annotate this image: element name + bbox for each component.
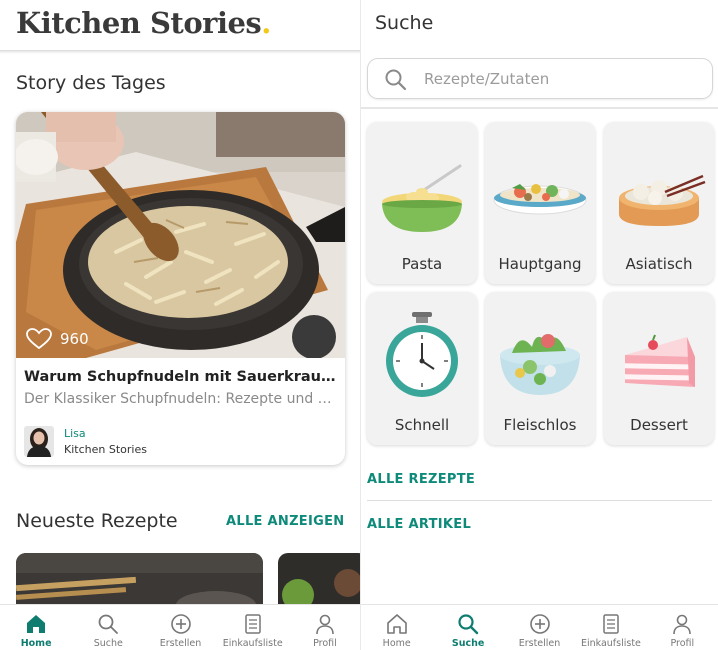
author-organization: Kitchen Stories <box>64 443 147 456</box>
author-avatar <box>24 426 54 457</box>
home-icon <box>27 615 46 633</box>
tab-create[interactable]: Erstellen <box>144 605 216 650</box>
page-title: Suche <box>375 12 434 34</box>
header-divider <box>361 107 718 109</box>
category-label: Dessert <box>630 416 688 434</box>
category-label: Fleischlos <box>503 416 577 434</box>
category-dessert[interactable]: Dessert <box>604 292 714 445</box>
profile-icon <box>673 614 692 635</box>
search-screen: Suche Pasta Hauptgang <box>361 0 718 650</box>
category-asian[interactable]: Asiatisch <box>604 122 714 284</box>
see-all-link[interactable]: ALLE ANZEIGEN <box>226 514 344 529</box>
profile-icon <box>316 614 334 635</box>
pasta-bowl-icon <box>382 164 462 232</box>
plus-circle-icon <box>170 614 191 634</box>
cake-slice-icon <box>625 334 695 387</box>
search-icon <box>458 614 479 635</box>
shopping-list-icon <box>244 614 261 634</box>
category-label: Asiatisch <box>625 255 693 273</box>
story-card[interactable]: 960 Warum Schupfnudeln mit Sauerkraut so… <box>16 112 345 465</box>
category-vegetarian[interactable]: Fleischlos <box>485 292 595 445</box>
tab-shopping-list[interactable]: Einkaufsliste <box>575 605 646 650</box>
main-course-plate-icon <box>493 184 587 215</box>
category-main-course[interactable]: Hauptgang <box>485 122 595 284</box>
author-name[interactable]: Lisa <box>64 427 86 440</box>
tab-profile[interactable]: Profil <box>289 605 361 650</box>
header-shadow <box>0 50 361 54</box>
tab-home[interactable]: Home <box>361 605 432 650</box>
category-pasta[interactable]: Pasta <box>367 122 477 284</box>
story-image <box>16 112 345 358</box>
search-icon <box>98 614 119 634</box>
likes-count: 960 <box>60 330 89 348</box>
story-headline: Warum Schupfnudeln mit Sauerkraut so be.… <box>24 369 338 385</box>
plus-circle-icon <box>529 614 550 634</box>
shopping-list-icon <box>603 614 619 634</box>
tab-search[interactable]: Suche <box>72 605 144 650</box>
story-of-the-day-title: Story des Tages <box>16 72 166 94</box>
bottom-tab-bar: Home Suche Erstellen Einkaufsliste Profi… <box>361 604 718 650</box>
newest-recipes-title: Neueste Rezepte <box>16 510 178 532</box>
tab-profile[interactable]: Profil <box>647 605 718 650</box>
category-label: Schnell <box>394 416 450 434</box>
link-divider <box>367 500 712 501</box>
category-quick[interactable]: Schnell <box>367 292 477 445</box>
tab-search[interactable]: Suche <box>432 605 503 650</box>
dim-sum-basket-icon <box>619 174 706 226</box>
salad-bowl-icon <box>500 334 580 395</box>
app-logo: Kitchen Stories. <box>16 6 271 40</box>
all-articles-link[interactable]: ALLE ARTIKEL <box>367 517 471 532</box>
tab-home[interactable]: Home <box>0 605 72 650</box>
tab-shopping-list[interactable]: Einkaufsliste <box>217 605 289 650</box>
story-subtitle: Der Klassiker Schupfnudeln: Rezepte und … <box>24 391 338 407</box>
search-box[interactable] <box>367 58 713 99</box>
home-screen: Kitchen Stories. Story des Tages 960 War… <box>0 0 361 650</box>
tab-create[interactable]: Erstellen <box>504 605 575 650</box>
all-recipes-link[interactable]: ALLE REZEPTE <box>367 472 475 487</box>
likes-counter[interactable]: 960 <box>26 328 89 350</box>
category-label: Pasta <box>401 255 443 273</box>
bottom-tab-bar: Home Suche Erstellen Einkaufsliste Profi… <box>0 604 361 650</box>
search-input[interactable] <box>424 67 694 91</box>
search-icon <box>385 69 407 91</box>
home-icon <box>386 614 407 634</box>
category-label: Hauptgang <box>498 255 582 273</box>
heart-icon <box>26 328 52 350</box>
stopwatch-icon <box>386 312 458 397</box>
